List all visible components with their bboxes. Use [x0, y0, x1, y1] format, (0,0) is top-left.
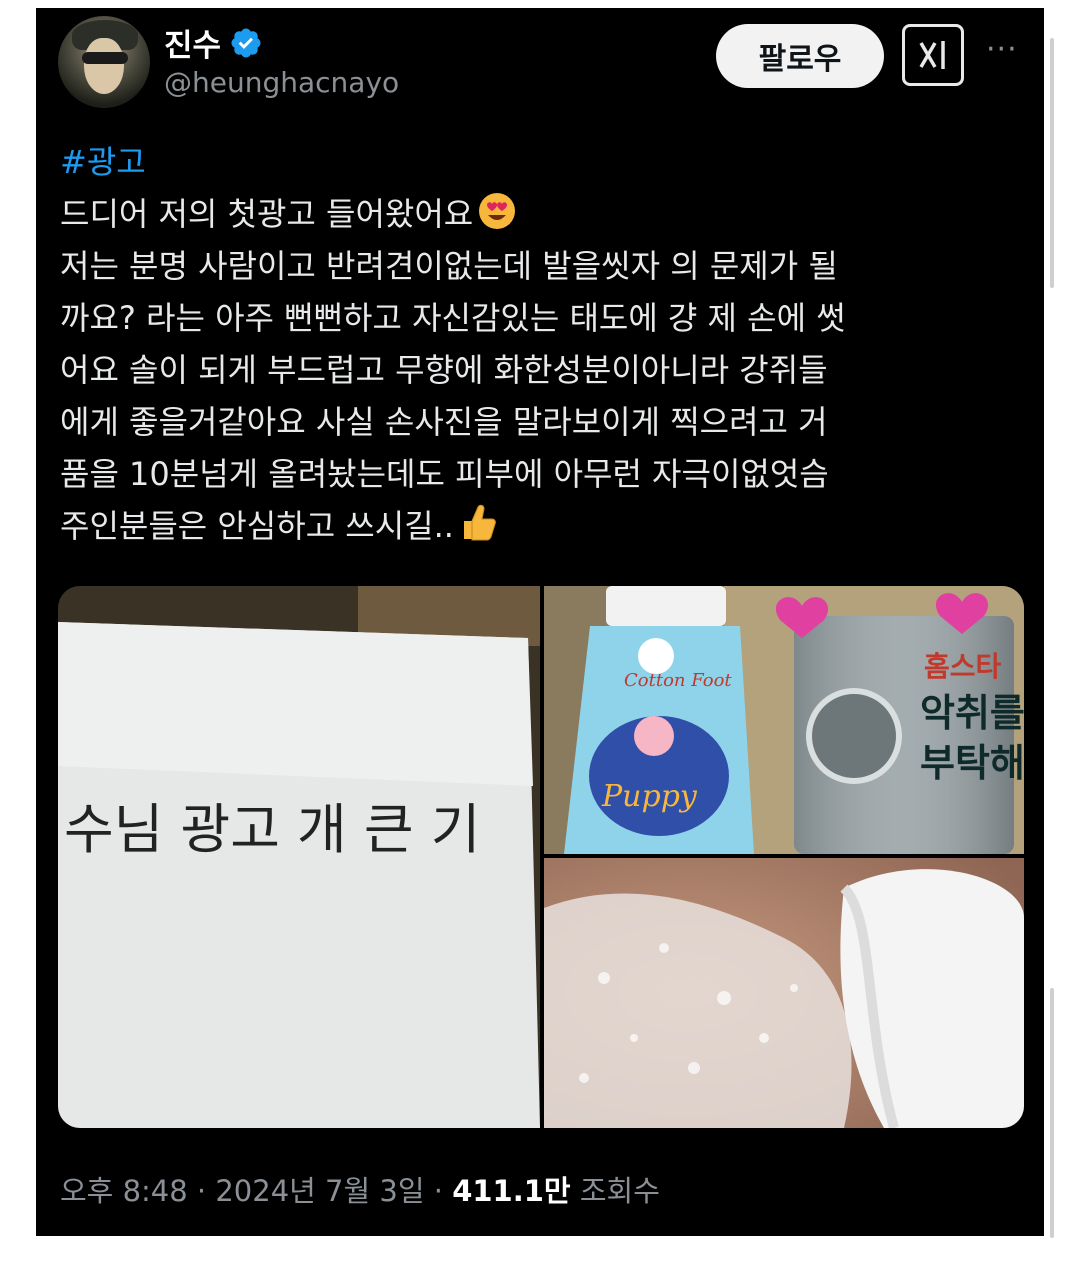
thumbs-up-emoji-icon	[463, 504, 496, 541]
tweet-meta: 오후 8:48 · 2024년 7월 3일 · 411.1만 조회수	[60, 1174, 660, 1208]
svg-text:악취를: 악취를	[920, 691, 1024, 735]
grok-icon	[919, 41, 945, 69]
author-name[interactable]: 진수	[164, 20, 221, 65]
verified-badge-icon	[231, 27, 261, 58]
grok-button[interactable]	[902, 24, 964, 86]
text-line: 저는 분명 사람이고 반려견이없는데 발을씻자 의 문제가 될	[60, 247, 838, 285]
author-handle[interactable]: @heunghacnayo	[164, 66, 399, 99]
text-line: 드디어 저의 첫광고 들어왔어요	[60, 188, 1030, 240]
text-line: 품을 10분넘게 올려놨는데도 피부에 아무런 자극이없엇슴	[60, 455, 829, 493]
tweet-time[interactable]: 오후 8:48	[60, 1174, 188, 1208]
text-line: 에게 좋을거같아요 사실 손사진을 말라보이게 찍으려고 거	[60, 403, 828, 441]
view-count: 411.1만	[452, 1174, 571, 1208]
hashtag-link[interactable]: #광고	[60, 136, 1030, 188]
follow-button[interactable]: 팔로우	[716, 24, 884, 88]
svg-text:Puppy: Puppy	[601, 779, 698, 814]
avatar[interactable]	[58, 16, 150, 108]
text-line: 주인분들은 안심하고 쓰시길..	[60, 500, 1030, 552]
text-line: 까요? 라는 아주 뻔뻔하고 자신감있는 태도에 걍 제 손에 썻	[60, 299, 846, 337]
photo-paper-sign[interactable]: 수님 광고 개 큰 기	[58, 586, 540, 1128]
svg-text:부탁해: 부탁해	[920, 741, 1024, 785]
heart-eyes-emoji-icon	[479, 193, 516, 229]
paper-text: 수님 광고 개 큰 기	[64, 798, 480, 861]
svg-text:Cotton Foot: Cotton Foot	[624, 670, 732, 691]
tweet-card: 진수 @heunghacnayo 팔로우 ··· #광고 드디어 저의 첫광고 …	[36, 8, 1054, 1238]
tweet-date[interactable]: 2024년 7월 3일	[215, 1174, 424, 1208]
svg-text:홈스타: 홈스타	[924, 650, 1002, 683]
view-label: 조회수	[579, 1174, 660, 1208]
scrollbar-top	[1050, 38, 1054, 288]
photo-products[interactable]: Cotton Foot Puppy 홈스타 악취를 부탁해	[544, 586, 1024, 854]
text-line: 어요 솔이 되게 부드럽고 무향에 화한성분이아니라 강쥐들	[60, 351, 828, 389]
media-grid[interactable]: 수님 광고 개 큰 기 Cotton Foot Puppy 홈스타 악취를 부탁…	[58, 586, 1024, 1128]
photo-foam[interactable]	[544, 858, 1024, 1128]
tweet-text: #광고 드디어 저의 첫광고 들어왔어요 저는 분명 사람이고 반려견이없는데 …	[60, 136, 1030, 552]
scrollbar-bottom	[1050, 988, 1054, 1238]
author-name-row[interactable]: 진수	[164, 20, 263, 65]
more-icon[interactable]: ···	[986, 32, 1018, 67]
